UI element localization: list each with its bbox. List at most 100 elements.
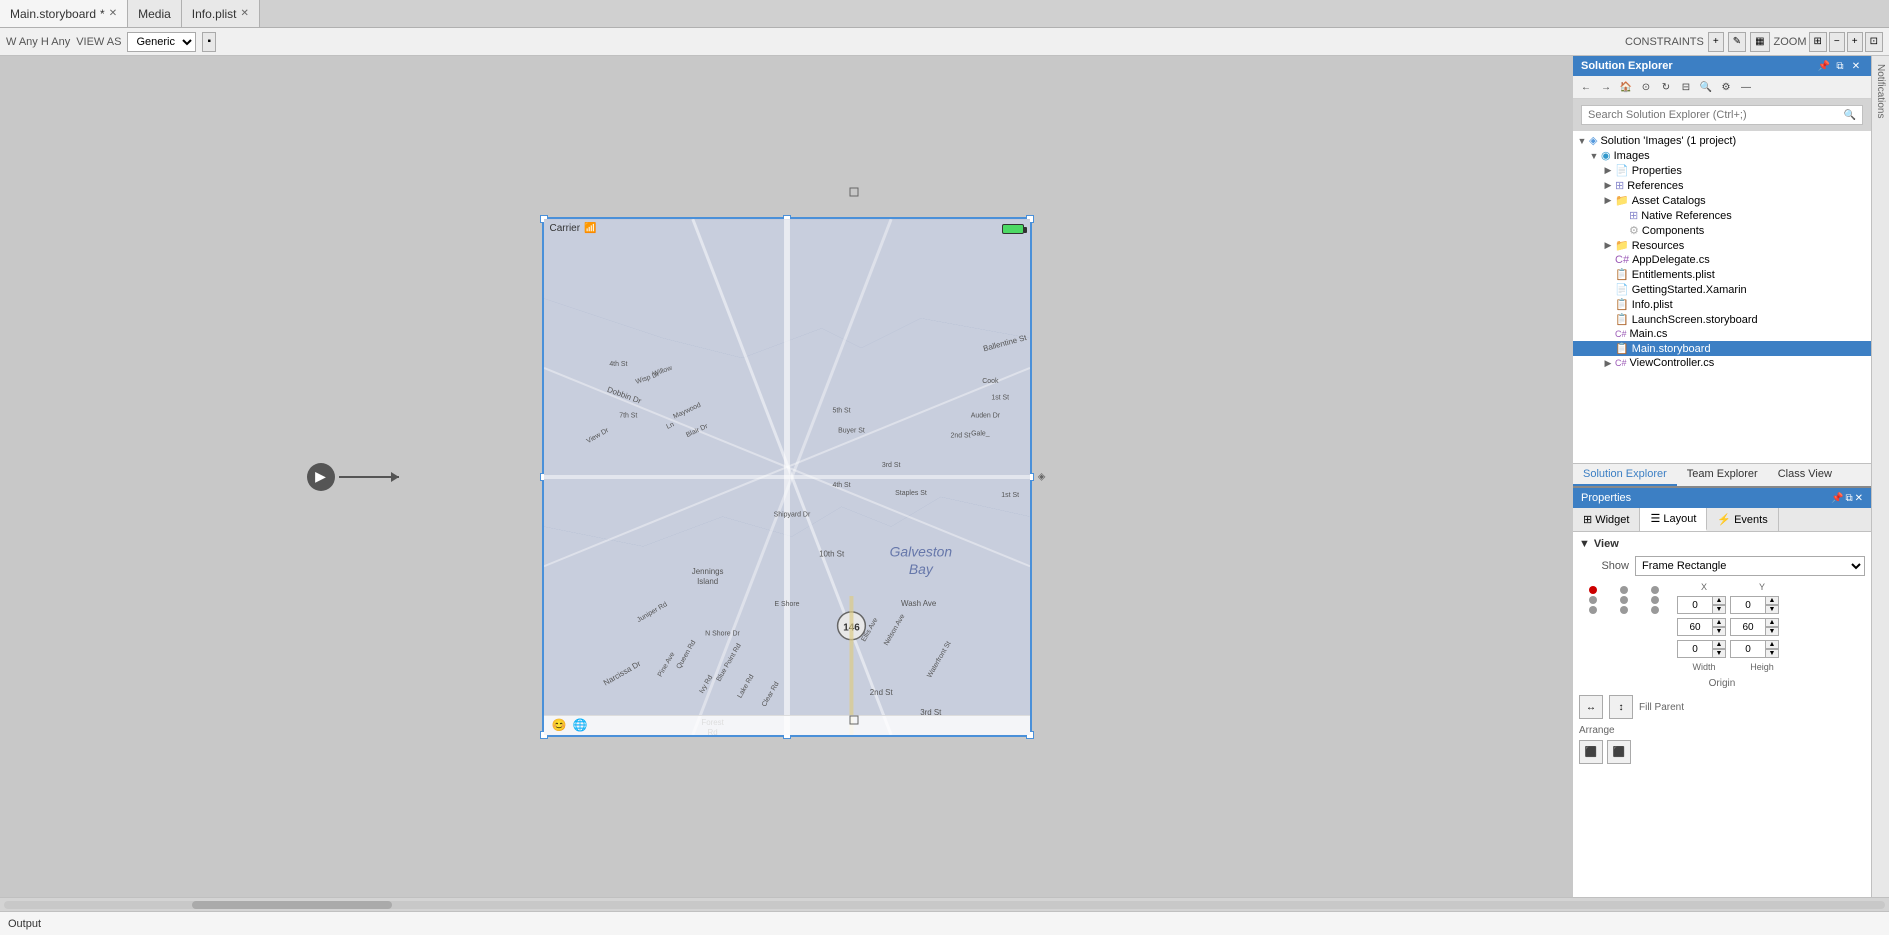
origin-y-down-btn[interactable]: ▼ (1765, 649, 1779, 658)
se-back-btn[interactable]: ← (1577, 78, 1595, 96)
zoom-fit-btn[interactable]: ⊞ (1809, 32, 1827, 52)
expand-icon[interactable]: ▼ (1575, 136, 1589, 146)
tree-item-asset-catalogs[interactable]: ▶ 📁 Asset Catalogs (1573, 193, 1871, 208)
tab-layout[interactable]: ☰ Layout (1640, 508, 1707, 531)
se-pending-btn[interactable]: ⊙ (1637, 78, 1655, 96)
props-float-btn[interactable]: ⧉ (1845, 493, 1852, 504)
se-pin-btn[interactable]: 📌 (1817, 61, 1831, 72)
section-expand-icon[interactable]: ▼ (1579, 538, 1590, 550)
tree-item-components[interactable]: ⚙ Components (1573, 223, 1871, 238)
coord-dot-bc[interactable] (1620, 606, 1628, 614)
tab-media[interactable]: Media (128, 0, 182, 27)
expand-icon[interactable]: ▼ (1587, 151, 1601, 161)
y-input[interactable]: 0 (1730, 596, 1766, 614)
tab-widget[interactable]: ⊞ Widget (1573, 508, 1640, 531)
show-select[interactable]: Frame Rectangle Bounds Rectangle Custom (1635, 556, 1865, 576)
solution-explorer-search[interactable]: 🔍 (1581, 105, 1863, 125)
tree-item-native-references[interactable]: ⊞ Native References (1573, 208, 1871, 223)
coord-dot-bl[interactable] (1589, 606, 1597, 614)
expand-icon[interactable]: ▶ (1601, 180, 1615, 191)
tree-item-resources[interactable]: ▶ 📁 Resources (1573, 238, 1871, 253)
se-settings-btn[interactable]: ⚙ (1717, 78, 1735, 96)
fill-parent-v-btn[interactable]: ↕ (1609, 695, 1633, 719)
scroll-thumb[interactable] (192, 901, 392, 909)
expand-icon[interactable]: ▶ (1601, 195, 1615, 206)
bottom-emoji2: 🌐 (572, 718, 587, 732)
tab-close-button[interactable]: ✕ (241, 8, 249, 19)
fill-parent-h-btn[interactable]: ↔ (1579, 695, 1603, 719)
props-pin-btn[interactable]: 📌 (1831, 493, 1843, 504)
coord-dot-tr[interactable] (1651, 586, 1659, 594)
se-home-btn[interactable]: 🏠 (1617, 78, 1635, 96)
se-filter-btn[interactable]: 🔍 (1697, 78, 1715, 96)
height-up-btn[interactable]: ▲ (1765, 618, 1779, 627)
tree-item-main-storyboard[interactable]: 📋 Main.storyboard (1573, 341, 1871, 356)
height-input[interactable]: 60 (1730, 618, 1766, 636)
device-frame[interactable]: ◈ Carrier 📶 (542, 217, 1032, 737)
tab-close-button[interactable]: ✕ (109, 8, 117, 19)
width-input[interactable]: 60 (1677, 618, 1713, 636)
map-container: Carrier 📶 (544, 219, 1030, 735)
zoom-out-btn[interactable]: − (1829, 32, 1845, 52)
expand-icon[interactable]: ▶ (1601, 165, 1615, 176)
width-up-btn[interactable]: ▲ (1712, 618, 1726, 627)
se-forward-btn[interactable]: → (1597, 78, 1615, 96)
coord-dot-br[interactable] (1651, 606, 1659, 614)
tree-item-properties[interactable]: ▶ 📄 Properties (1573, 163, 1871, 178)
origin-y-input[interactable] (1730, 640, 1766, 658)
view-as-select[interactable]: Generic (127, 32, 196, 52)
coord-dot-mr[interactable] (1651, 596, 1659, 604)
tab-events[interactable]: ⚡ Events (1707, 508, 1778, 531)
tree-item-images[interactable]: ▼ ◉ Images (1573, 148, 1871, 163)
tree-item-getting-started[interactable]: 📄 GettingStarted.Xamarin (1573, 282, 1871, 297)
props-close-btn[interactable]: ✕ (1855, 493, 1863, 504)
tree-item-references[interactable]: ▶ ⊞ References (1573, 178, 1871, 193)
origin-x-input[interactable] (1677, 640, 1713, 658)
coord-dot-mc[interactable] (1620, 596, 1628, 604)
tab-class-view[interactable]: Class View (1768, 464, 1842, 486)
coord-dot-tc[interactable] (1620, 586, 1628, 594)
se-close-btn[interactable]: ✕ (1849, 61, 1863, 72)
se-collapse-btn[interactable]: ⊟ (1677, 78, 1695, 96)
tab-team-explorer[interactable]: Team Explorer (1677, 464, 1768, 486)
origin-y-up-btn[interactable]: ▲ (1765, 640, 1779, 649)
tree-item-appdelegate[interactable]: C# AppDelegate.cs (1573, 253, 1871, 267)
coord-dot-ml[interactable] (1589, 596, 1597, 604)
se-refresh-btn[interactable]: ↻ (1657, 78, 1675, 96)
tab-solution-explorer[interactable]: Solution Explorer (1573, 464, 1677, 486)
zoom-in-btn[interactable]: + (1847, 32, 1863, 52)
coord-dot-tl[interactable] (1589, 586, 1597, 594)
origin-x-down-btn[interactable]: ▼ (1712, 649, 1726, 658)
tab-info-plist[interactable]: Info.plist ✕ (182, 0, 260, 27)
width-down-btn[interactable]: ▼ (1712, 627, 1726, 636)
expand-icon[interactable]: ▶ (1601, 358, 1615, 369)
canvas-area[interactable]: ▶ ◈ Carrier (0, 56, 1573, 897)
y-down-btn[interactable]: ▼ (1765, 605, 1779, 614)
tree-item-launchscreen[interactable]: 📋 LaunchScreen.storyboard (1573, 312, 1871, 327)
tree-item-info-plist[interactable]: 📋 Info.plist (1573, 297, 1871, 312)
tree-item-main-cs[interactable]: C# Main.cs (1573, 327, 1871, 341)
arrange-right-btn[interactable]: ⬛ (1607, 740, 1631, 764)
arrange-left-btn[interactable]: ⬛ (1579, 740, 1603, 764)
y-up-btn[interactable]: ▲ (1765, 596, 1779, 605)
solution-explorer-tree[interactable]: ▼ ◈ Solution 'Images' (1 project) ▼ ◉ Im… (1573, 131, 1871, 463)
x-down-btn[interactable]: ▼ (1712, 605, 1726, 614)
expand-icon[interactable]: ▶ (1601, 240, 1615, 251)
x-input[interactable]: 0 (1677, 596, 1713, 614)
toolbar-square-btn[interactable]: ▪ (202, 32, 216, 52)
constraints-layout-btn[interactable]: ▦ (1750, 32, 1769, 52)
x-up-btn[interactable]: ▲ (1712, 596, 1726, 605)
horizontal-scrollbar[interactable] (0, 897, 1889, 911)
search-input[interactable] (1588, 109, 1844, 121)
height-down-btn[interactable]: ▼ (1765, 627, 1779, 636)
se-float-btn[interactable]: ⧉ (1833, 61, 1847, 72)
origin-x-up-btn[interactable]: ▲ (1712, 640, 1726, 649)
tree-item-entitlements[interactable]: 📋 Entitlements.plist (1573, 267, 1871, 282)
tree-item-viewcontroller[interactable]: ▶ C# ViewController.cs (1573, 356, 1871, 370)
tab-main-storyboard[interactable]: Main.storyboard * ✕ (0, 0, 128, 27)
constraints-add-btn[interactable]: + (1708, 32, 1724, 52)
se-preview-btn[interactable]: — (1737, 78, 1755, 96)
tree-item-solution[interactable]: ▼ ◈ Solution 'Images' (1 project) (1573, 133, 1871, 148)
zoom-reset-btn[interactable]: ⊡ (1865, 32, 1883, 52)
constraints-edit-btn[interactable]: ✎ (1728, 32, 1746, 52)
